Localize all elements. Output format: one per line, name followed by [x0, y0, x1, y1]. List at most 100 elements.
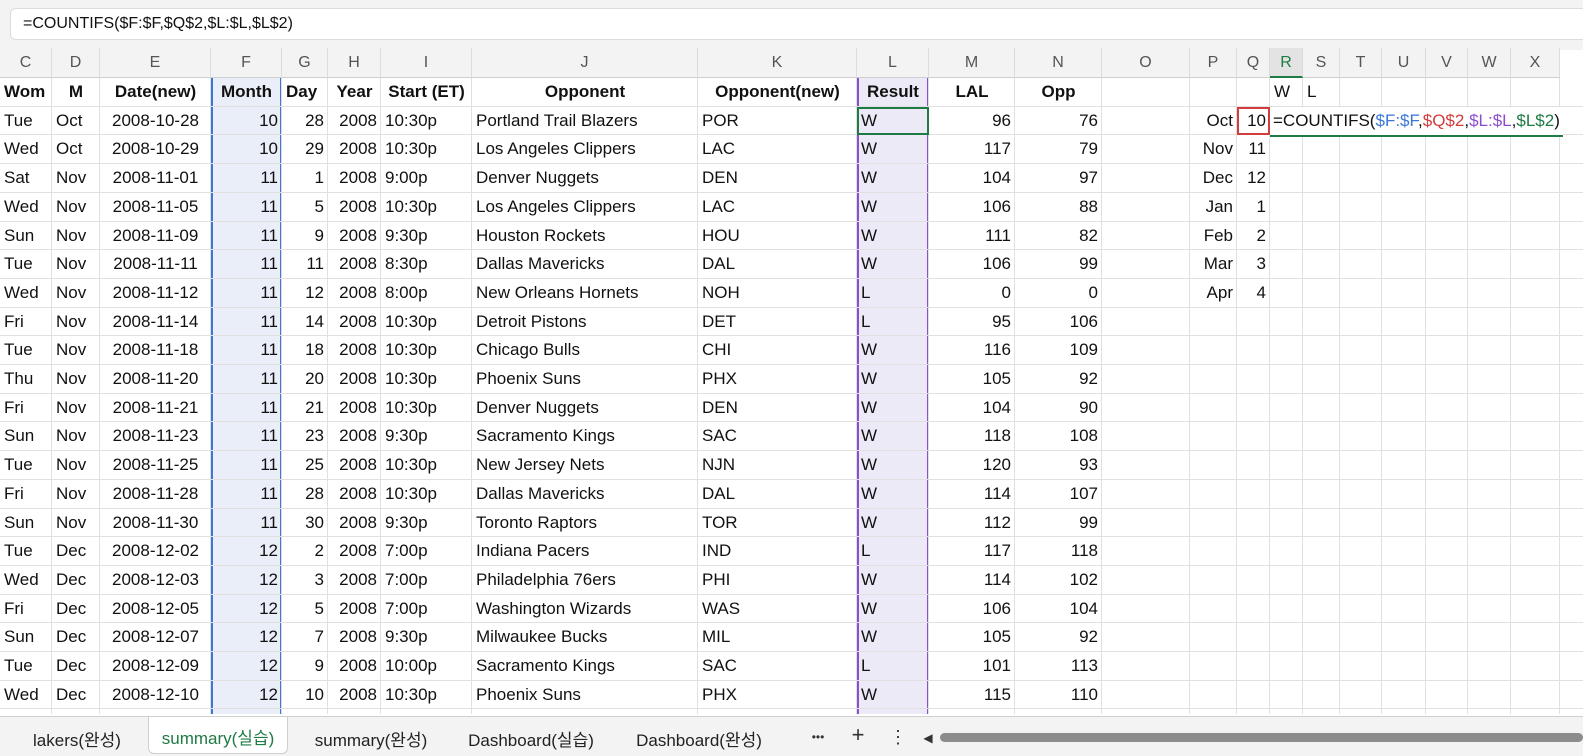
- table-cell[interactable]: 113: [1015, 652, 1102, 680]
- column-header-p[interactable]: P: [1190, 48, 1237, 78]
- table-cell[interactable]: 2008-10-28: [100, 107, 211, 135]
- table-cell[interactable]: IND: [698, 537, 857, 565]
- table-cell[interactable]: Nov: [52, 222, 100, 250]
- table-cell[interactable]: 2008: [328, 451, 381, 479]
- table-cell[interactable]: 106: [929, 193, 1015, 221]
- table-cell[interactable]: Sun: [0, 509, 52, 537]
- table-cell[interactable]: SAC: [698, 652, 857, 680]
- table-cell[interactable]: 112: [929, 509, 1015, 537]
- table-cell[interactable]: 25: [282, 451, 328, 479]
- table-cell[interactable]: 92: [1015, 623, 1102, 651]
- table-cell[interactable]: Oct: [52, 107, 100, 135]
- table-header-cell[interactable]: Opponent: [472, 78, 698, 106]
- table-cell[interactable]: CHI: [698, 336, 857, 364]
- table-cell[interactable]: 93: [1015, 451, 1102, 479]
- table-cell[interactable]: MIL: [698, 623, 857, 651]
- table-cell[interactable]: 10: [211, 135, 282, 163]
- table-cell[interactable]: Dallas Mavericks: [472, 480, 698, 508]
- table-cell[interactable]: Nov: [52, 308, 100, 336]
- table-cell[interactable]: Thu: [0, 365, 52, 393]
- table-cell[interactable]: 21: [282, 394, 328, 422]
- table-cell[interactable]: Wed: [0, 681, 52, 709]
- summary-month-number[interactable]: 2: [1237, 222, 1270, 250]
- table-cell[interactable]: 2008: [328, 222, 381, 250]
- table-cell[interactable]: 23: [282, 422, 328, 450]
- column-header-l[interactable]: L: [857, 48, 929, 78]
- table-cell[interactable]: 2008-11-28: [100, 480, 211, 508]
- table-cell[interactable]: 105: [929, 623, 1015, 651]
- table-cell[interactable]: 7:00p: [381, 566, 472, 594]
- table-cell[interactable]: 7:00p: [381, 537, 472, 565]
- table-cell[interactable]: 10:30p: [381, 394, 472, 422]
- table-header-cell[interactable]: LAL: [929, 78, 1015, 106]
- table-cell[interactable]: 88: [1015, 193, 1102, 221]
- table-cell[interactable]: 101: [929, 652, 1015, 680]
- table-cell[interactable]: New Jersey Nets: [472, 451, 698, 479]
- table-cell[interactable]: 104: [929, 164, 1015, 192]
- table-cell[interactable]: 29: [282, 135, 328, 163]
- table-cell[interactable]: 2008: [328, 250, 381, 278]
- table-cell[interactable]: 12: [211, 652, 282, 680]
- table-cell[interactable]: 2008-11-23: [100, 422, 211, 450]
- table-cell[interactable]: 9:30p: [381, 623, 472, 651]
- table-cell[interactable]: 11: [211, 222, 282, 250]
- table-cell[interactable]: 0: [1015, 279, 1102, 307]
- table-cell[interactable]: Wed: [0, 135, 52, 163]
- table-cell[interactable]: L: [857, 537, 929, 565]
- table-header-cell[interactable]: Month: [211, 78, 282, 106]
- table-cell[interactable]: Denver Nuggets: [472, 164, 698, 192]
- column-header-k[interactable]: K: [698, 48, 857, 78]
- column-header-t[interactable]: T: [1340, 48, 1382, 78]
- scroll-left-icon[interactable]: ◀: [920, 728, 936, 748]
- column-header-o[interactable]: O: [1102, 48, 1190, 78]
- table-cell[interactable]: 114: [929, 566, 1015, 594]
- table-cell[interactable]: Nov: [52, 509, 100, 537]
- table-cell[interactable]: Dec: [52, 537, 100, 565]
- table-cell[interactable]: W: [857, 509, 929, 537]
- table-cell[interactable]: DET: [698, 308, 857, 336]
- table-cell[interactable]: 2008-11-12: [100, 279, 211, 307]
- table-cell[interactable]: 2008-10-29: [100, 135, 211, 163]
- table-cell[interactable]: 9:00p: [381, 164, 472, 192]
- table-cell[interactable]: 11: [211, 451, 282, 479]
- table-cell[interactable]: 2008: [328, 394, 381, 422]
- more-sheets-icon[interactable]: •••: [806, 727, 830, 747]
- summary-header-l[interactable]: L: [1303, 78, 1320, 106]
- table-cell[interactable]: Milwaukee Bucks: [472, 623, 698, 651]
- table-cell[interactable]: Philadelphia 76ers: [472, 566, 698, 594]
- table-cell[interactable]: 0: [929, 279, 1015, 307]
- table-cell[interactable]: Dec: [52, 566, 100, 594]
- table-cell[interactable]: Nov: [52, 336, 100, 364]
- column-header-f[interactable]: F: [211, 48, 282, 78]
- table-cell[interactable]: 10:30p: [381, 308, 472, 336]
- table-cell[interactable]: W: [857, 164, 929, 192]
- table-cell[interactable]: Portland Trail Blazers: [472, 107, 698, 135]
- table-cell[interactable]: Nov: [52, 365, 100, 393]
- table-cell[interactable]: 107: [1015, 480, 1102, 508]
- table-cell[interactable]: 117: [929, 537, 1015, 565]
- table-cell[interactable]: NJN: [698, 451, 857, 479]
- table-cell[interactable]: 97: [1015, 164, 1102, 192]
- table-cell[interactable]: Toronto Raptors: [472, 509, 698, 537]
- selected-cell-l2[interactable]: [857, 106, 929, 136]
- column-header-r[interactable]: R: [1270, 48, 1303, 78]
- table-cell[interactable]: 10:30p: [381, 336, 472, 364]
- table-cell[interactable]: 9:30p: [381, 509, 472, 537]
- table-cell[interactable]: W: [857, 250, 929, 278]
- table-cell[interactable]: 11: [211, 279, 282, 307]
- table-cell[interactable]: Nov: [52, 422, 100, 450]
- table-cell[interactable]: Wed: [0, 566, 52, 594]
- table-cell[interactable]: Fri: [0, 595, 52, 623]
- table-cell[interactable]: Indiana Pacers: [472, 537, 698, 565]
- table-cell[interactable]: W: [857, 595, 929, 623]
- table-header-cell[interactable]: Wom: [0, 78, 52, 106]
- sheet-menu-icon[interactable]: ⋮: [886, 727, 910, 747]
- table-cell[interactable]: 10: [211, 107, 282, 135]
- table-cell[interactable]: 114: [929, 480, 1015, 508]
- table-cell[interactable]: 11: [211, 164, 282, 192]
- cell-formula-editor[interactable]: =COUNTIFS($F:$F,$Q$2,$L:$L,$L$2): [1270, 106, 1563, 137]
- sheet-tab[interactable]: Dashboard(실습): [452, 721, 610, 753]
- table-cell[interactable]: 28: [282, 480, 328, 508]
- table-cell[interactable]: Oct: [52, 135, 100, 163]
- table-cell[interactable]: 10:30p: [381, 480, 472, 508]
